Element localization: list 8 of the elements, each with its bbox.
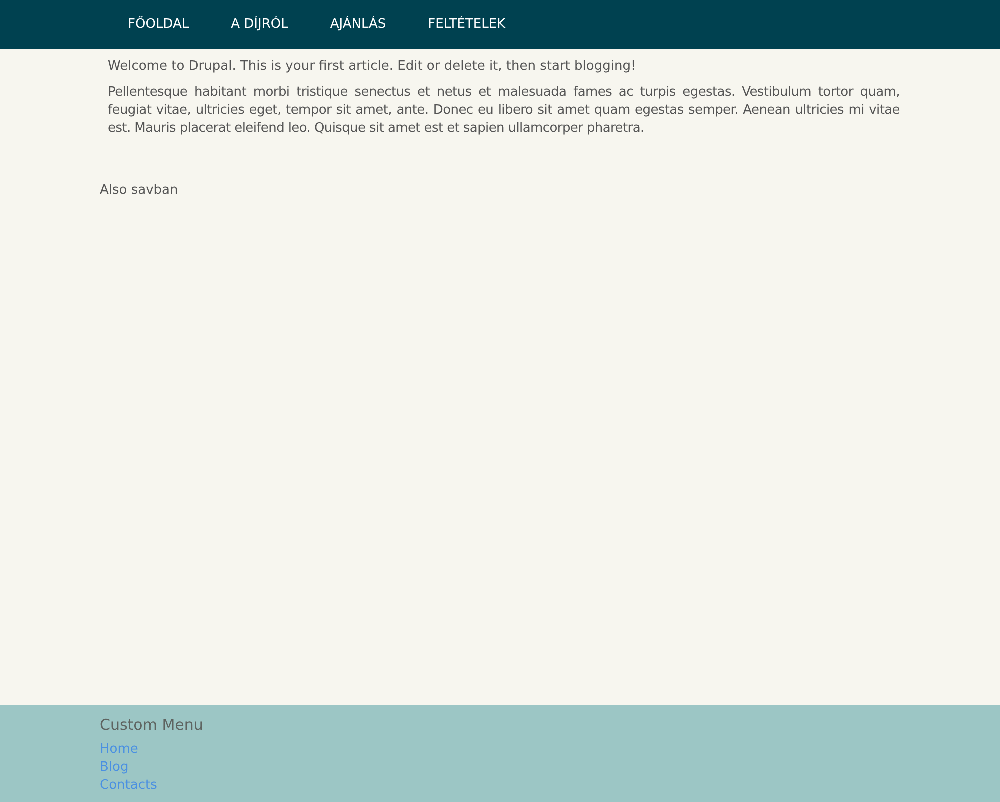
footer-title: Custom Menu [100,715,204,735]
article-intro: Welcome to Drupal. This is your first article. Edit or delete it, then start blogging! [108,58,638,76]
nav-link[interactable]: FŐOLDAL [107,6,210,42]
nav-link[interactable]: A DÍJRÓL [210,6,310,42]
lower-text: Also savban [100,182,178,200]
article-body: Pellentesque habitant morbi tristique senectus et netus et malesuada fames ac turpis egestas. Vestibulum tortor quam, feugiat vitae, ultricies eget, tempor sit amet, ante. Donec eu libero sit amet quam egestas semper. Aenean ultricies mi vitae est. Mauris placerat eleifend leo. Quisque sit amet est et sapien ullamcorper pharetra. [108,84,900,138]
nav-link[interactable]: FELTÉTELEK [407,6,527,42]
nav-link[interactable]: AJÁNLÁS [309,6,408,42]
